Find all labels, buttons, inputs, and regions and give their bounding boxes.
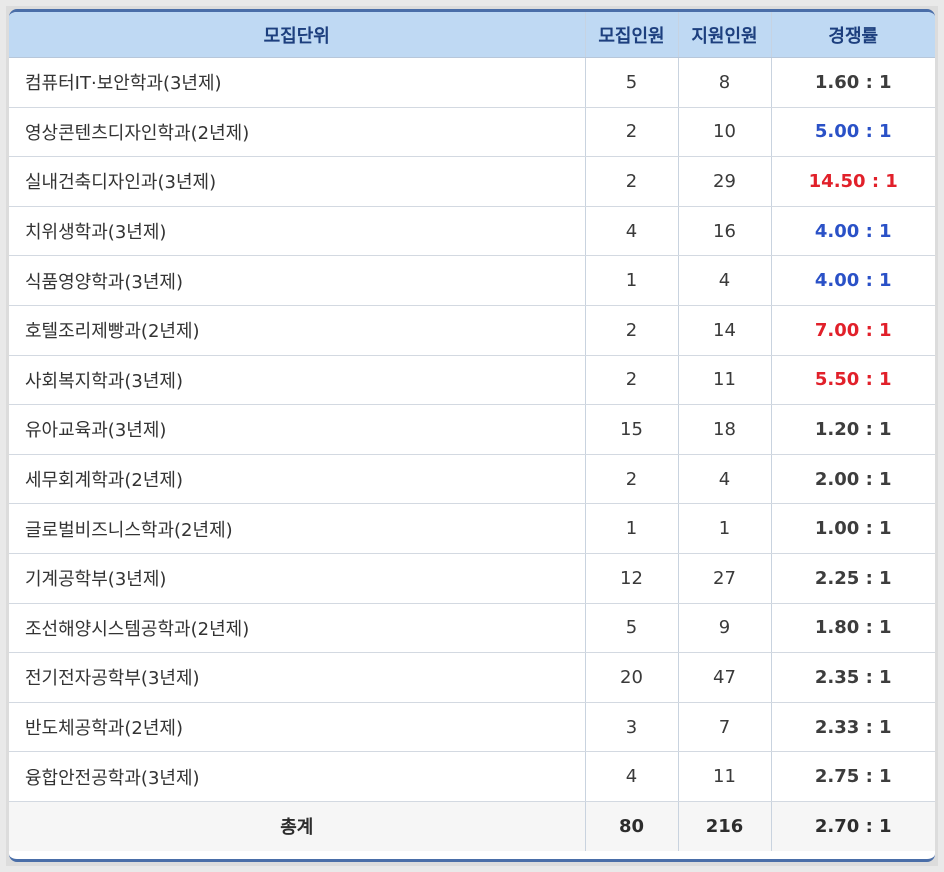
table-row: 식품영양학과(3년제) 1 4 4.00 : 1 — [9, 255, 935, 306]
table-body: 컴퓨터IT·보안학과(3년제) 5 8 1.60 : 1 영상콘텐츠디자인학과(2년제)… — [9, 57, 935, 851]
cell-unit: 식품영양학과(3년제) — [9, 255, 586, 306]
cell-quota: 2 — [585, 305, 679, 356]
cell-rate: 7.00 : 1 — [771, 305, 935, 356]
cell-rate: 5.50 : 1 — [771, 355, 935, 406]
header-rate: 경쟁률 — [771, 12, 935, 58]
cell-unit: 실내건축디자인과(3년제) — [9, 156, 586, 207]
cell-applicants: 14 — [678, 305, 772, 356]
table-frame: 모집단위 모집인원 지원인원 경쟁률 컴퓨터IT·보안학과(3년제) 5 8 1.60… — [6, 6, 938, 866]
cell-unit: 컴퓨터IT·보안학과(3년제) — [9, 57, 586, 108]
cell-applicants: 1 — [678, 503, 772, 554]
cell-unit: 전기전자공학부(3년제) — [9, 652, 586, 703]
cell-quota: 15 — [585, 404, 679, 455]
cell-quota: 2 — [585, 107, 679, 158]
table-row: 실내건축디자인과(3년제) 2 29 14.50 : 1 — [9, 156, 935, 207]
cell-unit: 글로벌비즈니스학과(2년제) — [9, 503, 586, 554]
cell-quota: 20 — [585, 652, 679, 703]
table-row: 융합안전공학과(3년제) 4 11 2.75 : 1 — [9, 751, 935, 802]
cell-applicants: 10 — [678, 107, 772, 158]
competition-rate-panel: 모집단위 모집인원 지원인원 경쟁률 컴퓨터IT·보안학과(3년제) 5 8 1.60… — [9, 9, 935, 862]
total-row: 총계 80 216 2.70 : 1 — [9, 801, 935, 851]
total-label: 총계 — [9, 801, 586, 851]
cell-unit: 반도체공학과(2년제) — [9, 702, 586, 753]
cell-rate: 2.25 : 1 — [771, 553, 935, 604]
cell-rate: 2.00 : 1 — [771, 454, 935, 505]
total-applicants: 216 — [678, 801, 772, 851]
cell-applicants: 16 — [678, 206, 772, 257]
cell-applicants: 47 — [678, 652, 772, 703]
cell-applicants: 8 — [678, 57, 772, 108]
table-row: 전기전자공학부(3년제) 20 47 2.35 : 1 — [9, 652, 935, 703]
cell-applicants: 11 — [678, 751, 772, 802]
cell-rate: 4.00 : 1 — [771, 206, 935, 257]
cell-applicants: 4 — [678, 255, 772, 306]
table-row: 반도체공학과(2년제) 3 7 2.33 : 1 — [9, 702, 935, 753]
cell-unit: 호텔조리제빵과(2년제) — [9, 305, 586, 356]
total-rate: 2.70 : 1 — [771, 801, 935, 851]
cell-quota: 2 — [585, 355, 679, 406]
cell-applicants: 11 — [678, 355, 772, 406]
cell-quota: 5 — [585, 57, 679, 108]
cell-quota: 3 — [585, 702, 679, 753]
table-row: 영상콘텐츠디자인학과(2년제) 2 10 5.00 : 1 — [9, 107, 935, 158]
header-unit: 모집단위 — [9, 12, 586, 58]
cell-rate: 1.00 : 1 — [771, 503, 935, 554]
cell-rate: 5.00 : 1 — [771, 107, 935, 158]
cell-quota: 2 — [585, 454, 679, 505]
cell-applicants: 27 — [678, 553, 772, 604]
cell-unit: 유아교육과(3년제) — [9, 404, 586, 455]
cell-applicants: 9 — [678, 603, 772, 654]
header-quota: 모집인원 — [585, 12, 679, 58]
cell-unit: 세무회계학과(2년제) — [9, 454, 586, 505]
header-row: 모집단위 모집인원 지원인원 경쟁률 — [9, 12, 935, 58]
cell-rate: 14.50 : 1 — [771, 156, 935, 207]
table-row: 세무회계학과(2년제) 2 4 2.00 : 1 — [9, 454, 935, 505]
table-row: 컴퓨터IT·보안학과(3년제) 5 8 1.60 : 1 — [9, 57, 935, 108]
cell-unit: 치위생학과(3년제) — [9, 206, 586, 257]
cell-applicants: 7 — [678, 702, 772, 753]
header-applicants: 지원인원 — [678, 12, 772, 58]
cell-unit: 기계공학부(3년제) — [9, 553, 586, 604]
cell-rate: 2.75 : 1 — [771, 751, 935, 802]
cell-quota: 1 — [585, 255, 679, 306]
cell-rate: 1.60 : 1 — [771, 57, 935, 108]
cell-quota: 4 — [585, 206, 679, 257]
table-row: 유아교육과(3년제) 15 18 1.20 : 1 — [9, 404, 935, 455]
cell-quota: 2 — [585, 156, 679, 207]
cell-rate: 1.80 : 1 — [771, 603, 935, 654]
cell-unit: 융합안전공학과(3년제) — [9, 751, 586, 802]
cell-quota: 4 — [585, 751, 679, 802]
table-row: 치위생학과(3년제) 4 16 4.00 : 1 — [9, 206, 935, 257]
cell-applicants: 4 — [678, 454, 772, 505]
total-quota: 80 — [585, 801, 679, 851]
cell-rate: 2.35 : 1 — [771, 652, 935, 703]
table-row: 사회복지학과(3년제) 2 11 5.50 : 1 — [9, 355, 935, 406]
cell-applicants: 29 — [678, 156, 772, 207]
cell-quota: 12 — [585, 553, 679, 604]
cell-rate: 1.20 : 1 — [771, 404, 935, 455]
cell-rate: 4.00 : 1 — [771, 255, 935, 306]
table-row: 글로벌비즈니스학과(2년제) 1 1 1.00 : 1 — [9, 503, 935, 554]
cell-quota: 1 — [585, 503, 679, 554]
table-header: 모집단위 모집인원 지원인원 경쟁률 — [9, 12, 935, 58]
table-row: 기계공학부(3년제) 12 27 2.25 : 1 — [9, 553, 935, 604]
table-row: 조선해양시스템공학과(2년제) 5 9 1.80 : 1 — [9, 603, 935, 654]
table-row: 호텔조리제빵과(2년제) 2 14 7.00 : 1 — [9, 305, 935, 356]
cell-applicants: 18 — [678, 404, 772, 455]
cell-unit: 사회복지학과(3년제) — [9, 355, 586, 406]
cell-unit: 영상콘텐츠디자인학과(2년제) — [9, 107, 586, 158]
competition-rate-table: 모집단위 모집인원 지원인원 경쟁률 컴퓨터IT·보안학과(3년제) 5 8 1.60… — [9, 12, 935, 851]
cell-unit: 조선해양시스템공학과(2년제) — [9, 603, 586, 654]
cell-rate: 2.33 : 1 — [771, 702, 935, 753]
cell-quota: 5 — [585, 603, 679, 654]
